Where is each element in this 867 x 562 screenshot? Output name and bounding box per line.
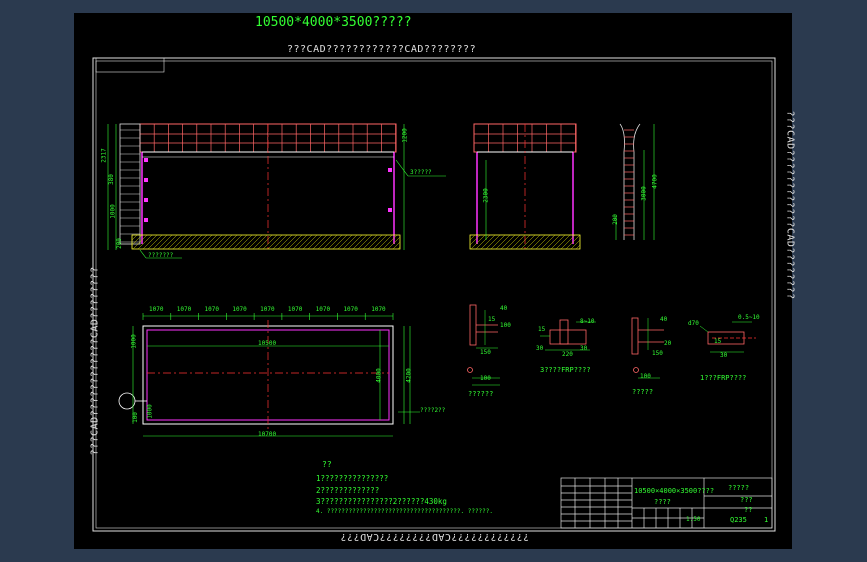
notes-line-4: 4. ?????????????????????????????????????… — [316, 508, 494, 515]
detail-3-dim-c: 150 — [652, 350, 663, 357]
detail-2-dim-e: 30 — [580, 345, 588, 352]
detail-1-dim-d: 150 — [480, 349, 491, 356]
front-callout-left: ??????? — [148, 252, 174, 259]
plan-top-dim: 1070 — [287, 306, 303, 313]
ladder-dim-base: 200 — [611, 214, 619, 225]
ladder-dim-height: 4700 — [651, 174, 659, 189]
detail-2-label: 3????FRP???? — [540, 366, 591, 374]
ladder-dim-span: 3000 — [640, 186, 648, 201]
front-dim-left-4: 200 — [115, 238, 123, 249]
watermark-top: ???CAD????????????CAD???????? — [287, 44, 477, 55]
detail-1-dim-e: 100 — [480, 375, 491, 382]
plan-dim-left-3: 100 — [131, 412, 139, 423]
plan-top-dim: 1070 — [315, 306, 331, 313]
tb-sheet: 1 — [764, 516, 769, 524]
detail-1-dim-b: 15 — [488, 316, 496, 323]
plan-dim-right-outer: 4200 — [405, 368, 413, 383]
detail-1-label: ?????? — [468, 390, 494, 398]
detail-4 — [699, 321, 756, 353]
notes-line-1: 1??????????????? — [316, 474, 389, 483]
front-dim-left-2: 380 — [107, 174, 115, 185]
notes-line-2: 2????????????? — [316, 486, 380, 495]
plan-dim-inner: 10500 — [258, 340, 277, 347]
detail-2-dim-b: 8~10 — [580, 318, 595, 325]
cad-viewport: 10500*4000*3500????? ???CAD????????????C… — [0, 0, 867, 562]
drawing-canvas — [92, 57, 776, 532]
tb-company: ????? — [728, 484, 750, 492]
detail-2-dim-c: 30 — [536, 345, 544, 352]
plan-top-dim: 1070 — [371, 306, 386, 313]
tb-scale: 1:50 — [686, 516, 701, 523]
watermark-right: ???CAD????????????CAD???????? — [784, 110, 796, 300]
front-dim-left-3: 1000 — [109, 204, 117, 219]
detail-4-dim-a: d70 — [688, 320, 699, 327]
sheet-outer-border — [92, 57, 776, 532]
tb-drawn: ??? — [740, 496, 753, 504]
detail-4-dim-d: 30 — [720, 352, 728, 359]
detail-2-dim-d: 220 — [562, 351, 573, 358]
detail-3-dim-b: 20 — [664, 340, 672, 347]
side-view — [469, 123, 581, 250]
detail-3-dim-a: 40 — [660, 316, 668, 323]
front-callout-right: 3????? — [410, 169, 432, 176]
tb-drawing-name: 10500×4000×3500???? — [634, 487, 715, 495]
drawing-title: 10500*4000*3500????? — [255, 15, 412, 30]
front-dim-left-1: 2317 — [100, 148, 108, 163]
watermark-bottom: ????????????CAD????????CAD??? — [340, 531, 530, 542]
plan-top-dim: 1070 — [204, 306, 219, 313]
plan-dim-left-2: 1000 — [146, 404, 154, 419]
plan-dim-left-1: 1000 — [130, 334, 138, 349]
sheet-inner-border — [95, 60, 773, 529]
detail-4-dim-c: 15 — [714, 338, 722, 345]
plan-top-dim: 1070 — [232, 306, 247, 313]
corner-tag — [95, 57, 165, 73]
plan-top-dim: 1070 — [343, 306, 358, 313]
detail-3-label: ????? — [632, 388, 654, 396]
tb-drawing-sub: ???? — [654, 498, 671, 506]
detail-3-dim-d: 100 — [640, 373, 651, 380]
detail-2-dim-a: 15 — [538, 326, 546, 333]
front-view — [107, 123, 446, 259]
ladder-view — [615, 123, 655, 240]
notes-line-3: 3????????????????2??????430kg — [316, 497, 447, 506]
plan-top-dim: 1070 — [149, 306, 164, 313]
plan-top-dim: 1070 — [176, 306, 192, 313]
notes-heading: ?? — [322, 460, 332, 469]
detail-1-dim-c: 100 — [500, 322, 511, 329]
side-dim-height: 2300 — [482, 188, 490, 203]
front-dim-height-upper: 1200 — [401, 128, 409, 143]
watermark-left: ???CAD????????????CAD???????? — [89, 266, 101, 456]
detail-4-dim-b: 0.5~10 — [738, 314, 760, 321]
tb-checked: ?? — [744, 506, 753, 514]
plan-callout: ????2?? — [420, 407, 446, 414]
detail-3 — [631, 317, 664, 379]
tb-material: Q235 — [730, 516, 747, 524]
plan-dim-outer: 10700 — [258, 431, 277, 438]
detail-1-dim-a: 40 — [500, 305, 508, 312]
detail-4-label: 1???FRP???? — [700, 374, 747, 382]
plan-top-dim: 1070 — [260, 306, 275, 313]
plan-dim-right-inner: 4000 — [375, 368, 383, 383]
